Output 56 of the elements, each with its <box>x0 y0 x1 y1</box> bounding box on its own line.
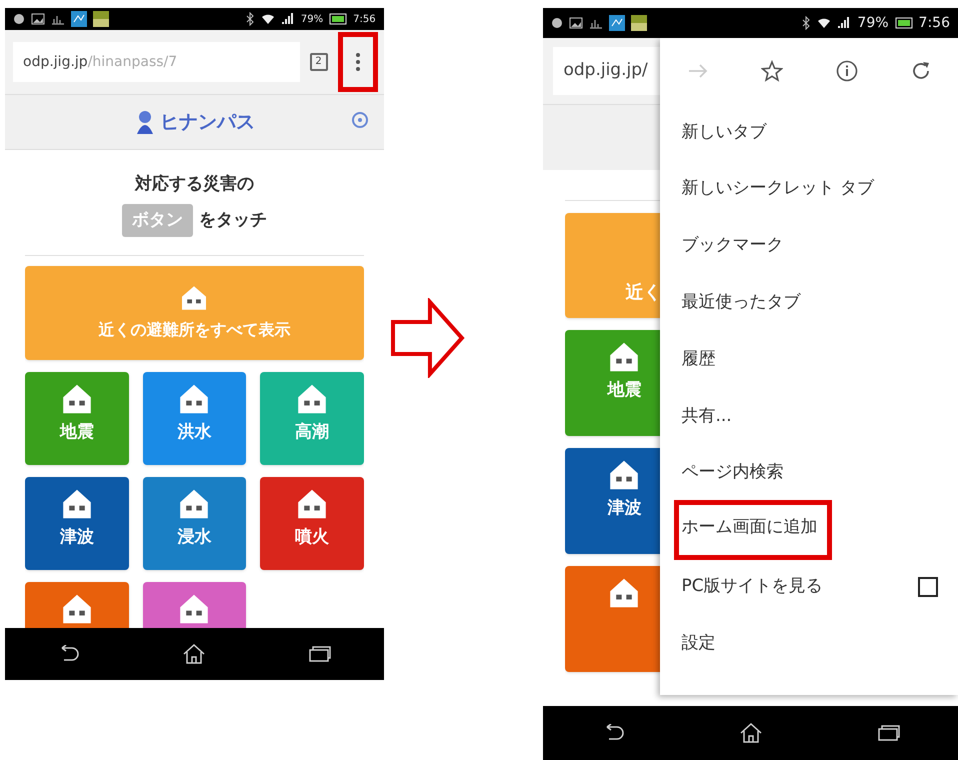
home-icon <box>182 643 206 665</box>
arrow-icon <box>390 298 466 378</box>
wifi-icon <box>260 13 275 25</box>
battery-percent: 79% <box>857 14 889 32</box>
app-icon <box>609 15 626 31</box>
image-icon <box>31 13 45 25</box>
tile-label: 浸水 <box>177 526 212 549</box>
url-host: odp.jig.jp <box>23 52 88 72</box>
star-icon[interactable] <box>761 60 784 82</box>
menu-item[interactable]: ブックマーク <box>674 228 790 264</box>
chart-icon <box>589 17 604 29</box>
tile-label: 津波 <box>60 526 94 549</box>
chart-icon <box>51 13 65 25</box>
tile-label: 洪水 <box>177 421 212 444</box>
battery-icon <box>894 17 913 29</box>
tile-label: 津波 <box>607 497 642 520</box>
tile-label: 地震 <box>607 379 642 402</box>
button-sample: ボタン <box>122 204 193 237</box>
address-field[interactable]: odp.jig.jp/hinanpass/7 <box>13 42 300 82</box>
menu-item[interactable]: PC版サイトを見る <box>674 569 830 605</box>
battery-icon <box>329 13 348 25</box>
disaster-tile[interactable]: 噴火 <box>260 477 364 570</box>
wifi-icon <box>817 17 832 29</box>
battery-percent: 79% <box>300 12 324 26</box>
image-icon <box>569 17 584 29</box>
site-logo: ヒナンパス <box>160 110 255 135</box>
signal-icon <box>837 17 852 29</box>
disaster-tile[interactable]: 津波 <box>25 477 129 570</box>
menu-button[interactable] <box>338 32 378 92</box>
menu-item[interactable]: 最近使ったタブ <box>674 285 808 321</box>
home-icon <box>738 722 763 744</box>
clock-time: 7:56 <box>918 14 950 32</box>
bluetooth-icon <box>801 16 812 30</box>
instruction-text: 対応する災害の <box>134 173 254 196</box>
app-icon <box>93 11 109 27</box>
checkbox[interactable] <box>918 576 938 597</box>
url-path: /hinanpass/7 <box>88 52 178 72</box>
clock-time: 7:56 <box>353 12 376 26</box>
disaster-tile[interactable]: 洪水 <box>142 372 246 465</box>
recent-apps-icon <box>308 645 332 663</box>
menu-item[interactable]: 設定 <box>674 626 722 662</box>
disaster-tile[interactable]: 浸水 <box>142 477 246 570</box>
signal-icon <box>280 13 295 25</box>
menu-item[interactable]: 新しいタブ <box>674 114 774 150</box>
tab-count-button[interactable]: 2 <box>310 53 328 71</box>
bluetooth-icon <box>244 12 255 26</box>
recent-apps-icon <box>876 724 901 742</box>
tile-label: 高潮 <box>294 421 329 444</box>
menu-item[interactable]: ホーム画面に追加 <box>674 500 832 560</box>
tile-label: 地震 <box>60 421 94 444</box>
menu-item[interactable]: 新しいシークレット タブ <box>674 171 881 207</box>
instruction-text: をタッチ <box>198 208 267 232</box>
app-icon <box>71 11 87 27</box>
tile-label: 噴火 <box>294 526 329 549</box>
app-icon <box>631 15 648 31</box>
url-host: odp.jig.jp/ <box>563 59 648 82</box>
